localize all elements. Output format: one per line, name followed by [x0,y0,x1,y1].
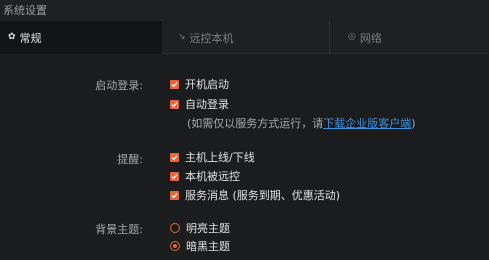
theme-light-label: 明亮主题 [186,222,230,235]
tab-network[interactable]: ◎ 网络 [330,21,489,54]
theme-dark-radio[interactable]: 暗黑主题 [170,238,230,254]
checkbox-checked-icon [170,171,179,181]
checkbox-checked-icon [170,190,179,200]
remote-controlled-checkbox[interactable]: 本机被远控 [170,168,240,184]
host-online-offline-checkbox[interactable]: 主机上线/下线 [170,149,255,165]
tab-remote-control[interactable]: ↘ 远控本机 [162,21,330,54]
startup-on-boot-checkbox[interactable]: 开机启动 [170,76,229,92]
reminders-label: 提醒: [117,153,143,166]
tab-general-label: 常规 [19,31,42,45]
tab-bar: ✿ 常规 ↘ 远控本机 ◎ 网络 [0,21,489,54]
remote-icon: ↘ [178,32,186,42]
service-messages-label: 服务消息 (服务到期、优惠活动) [185,189,341,202]
host-online-offline-label: 主机上线/下线 [185,151,255,164]
auto-login-label: 自动登录 [185,98,229,111]
tab-remote-control-label: 远控本机 [189,31,234,45]
service-messages-checkbox[interactable]: 服务消息 (服务到期、优惠活动) [170,187,340,203]
checkbox-checked-icon [170,99,179,109]
theme-label: 背景主题: [95,223,143,236]
startup-on-boot-label: 开机启动 [185,78,229,91]
gear-icon: ✿ [8,32,16,42]
service-mode-hint: (如需仅以服务方式运行，请下载企业版客户端) [187,115,416,131]
tab-general[interactable]: ✿ 常规 [0,21,162,54]
startup-label: 启动登录: [95,79,143,92]
remote-controlled-label: 本机被远控 [185,170,240,183]
network-icon: ◎ [348,32,356,42]
hint-suffix: ) [411,117,416,130]
auto-login-checkbox[interactable]: 自动登录 [170,96,229,112]
checkbox-checked-icon [170,79,179,89]
theme-light-radio[interactable]: 明亮主题 [170,220,230,236]
tab-network-label: 网络 [359,31,382,45]
theme-dark-label: 暗黑主题 [186,240,230,253]
settings-content: 启动登录: 开机启动 自动登录 (如需仅以服务方式运行，请下载企业版客户端) 提… [0,54,489,260]
enterprise-client-download-link[interactable]: 下载企业版客户端 [323,117,411,130]
radio-selected-icon [170,241,180,251]
checkbox-checked-icon [170,152,179,162]
settings-window: 系统设置 ✿ 常规 ↘ 远控本机 ◎ 网络 启动登录: 开机启动 自动登录 (如… [0,0,489,260]
hint-prefix: (如需仅以服务方式运行，请 [187,117,324,130]
window-title: 系统设置 [0,0,489,21]
radio-unselected-icon [170,223,180,233]
